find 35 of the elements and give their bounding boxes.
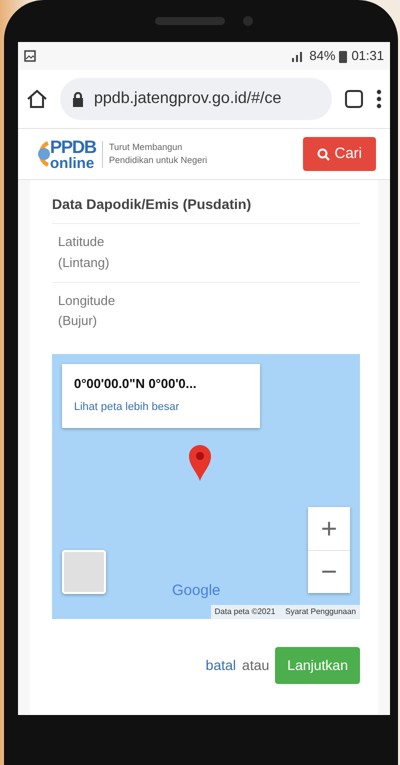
battery-icon: [339, 50, 348, 62]
map-type-thumbnail[interactable]: [62, 550, 106, 594]
map-data-text: Data peta ©2021: [214, 606, 276, 618]
logo-subtext: online: [50, 156, 96, 170]
more-menu-icon[interactable]: [376, 89, 382, 109]
field-label: Latitude: [58, 233, 106, 251]
field-sublabel: (Lintang): [58, 254, 110, 272]
section-title: Data Dapodik/Emis (Pusdatin): [52, 190, 360, 224]
tagline-text: Pendidikan untuk Negeri: [109, 154, 208, 167]
image-icon: [24, 50, 36, 62]
larger-map-link[interactable]: Lihat peta lebih besar: [74, 400, 180, 413]
phone-camera: [243, 16, 253, 26]
address-bar[interactable]: ppdb.jatengprov.go.id/#/ce: [60, 78, 332, 120]
home-icon[interactable]: [26, 89, 48, 109]
url-text: ppdb.jatengprov.go.id/#/ce: [94, 89, 282, 109]
search-icon: [317, 148, 330, 160]
map-brand-text: Google: [172, 580, 220, 601]
phone-speaker: [155, 17, 225, 25]
map-pin-icon[interactable]: [188, 444, 212, 482]
clock-time: 01:31: [351, 47, 384, 66]
lock-icon: [72, 92, 84, 106]
cancel-link[interactable]: batal: [206, 655, 236, 676]
zoom-in-button[interactable]: +: [308, 507, 350, 550]
field-label: Longitude: [58, 292, 116, 310]
tabs-icon[interactable]: [344, 89, 364, 109]
tagline-text: Turut Membangun: [109, 140, 184, 154]
map-view[interactable]: 0°00'00.0"N 0°00'0... Lihat peta lebih besar + − Google Data peta ©2021 Syarat Penggunaan: [52, 354, 360, 620]
battery-percentage: 84%: [309, 47, 336, 66]
zoom-out-button[interactable]: −: [308, 550, 350, 594]
coordinates-text: 0°00'00.0"N 0°00'0...: [74, 375, 198, 394]
search-button[interactable]: Cari: [303, 136, 376, 172]
terms-link[interactable]: Syarat Penggunaan: [285, 606, 356, 618]
or-text: atau: [242, 656, 270, 676]
field-sublabel: (Bujur): [58, 312, 98, 330]
logo-text: PPDB: [50, 138, 96, 156]
